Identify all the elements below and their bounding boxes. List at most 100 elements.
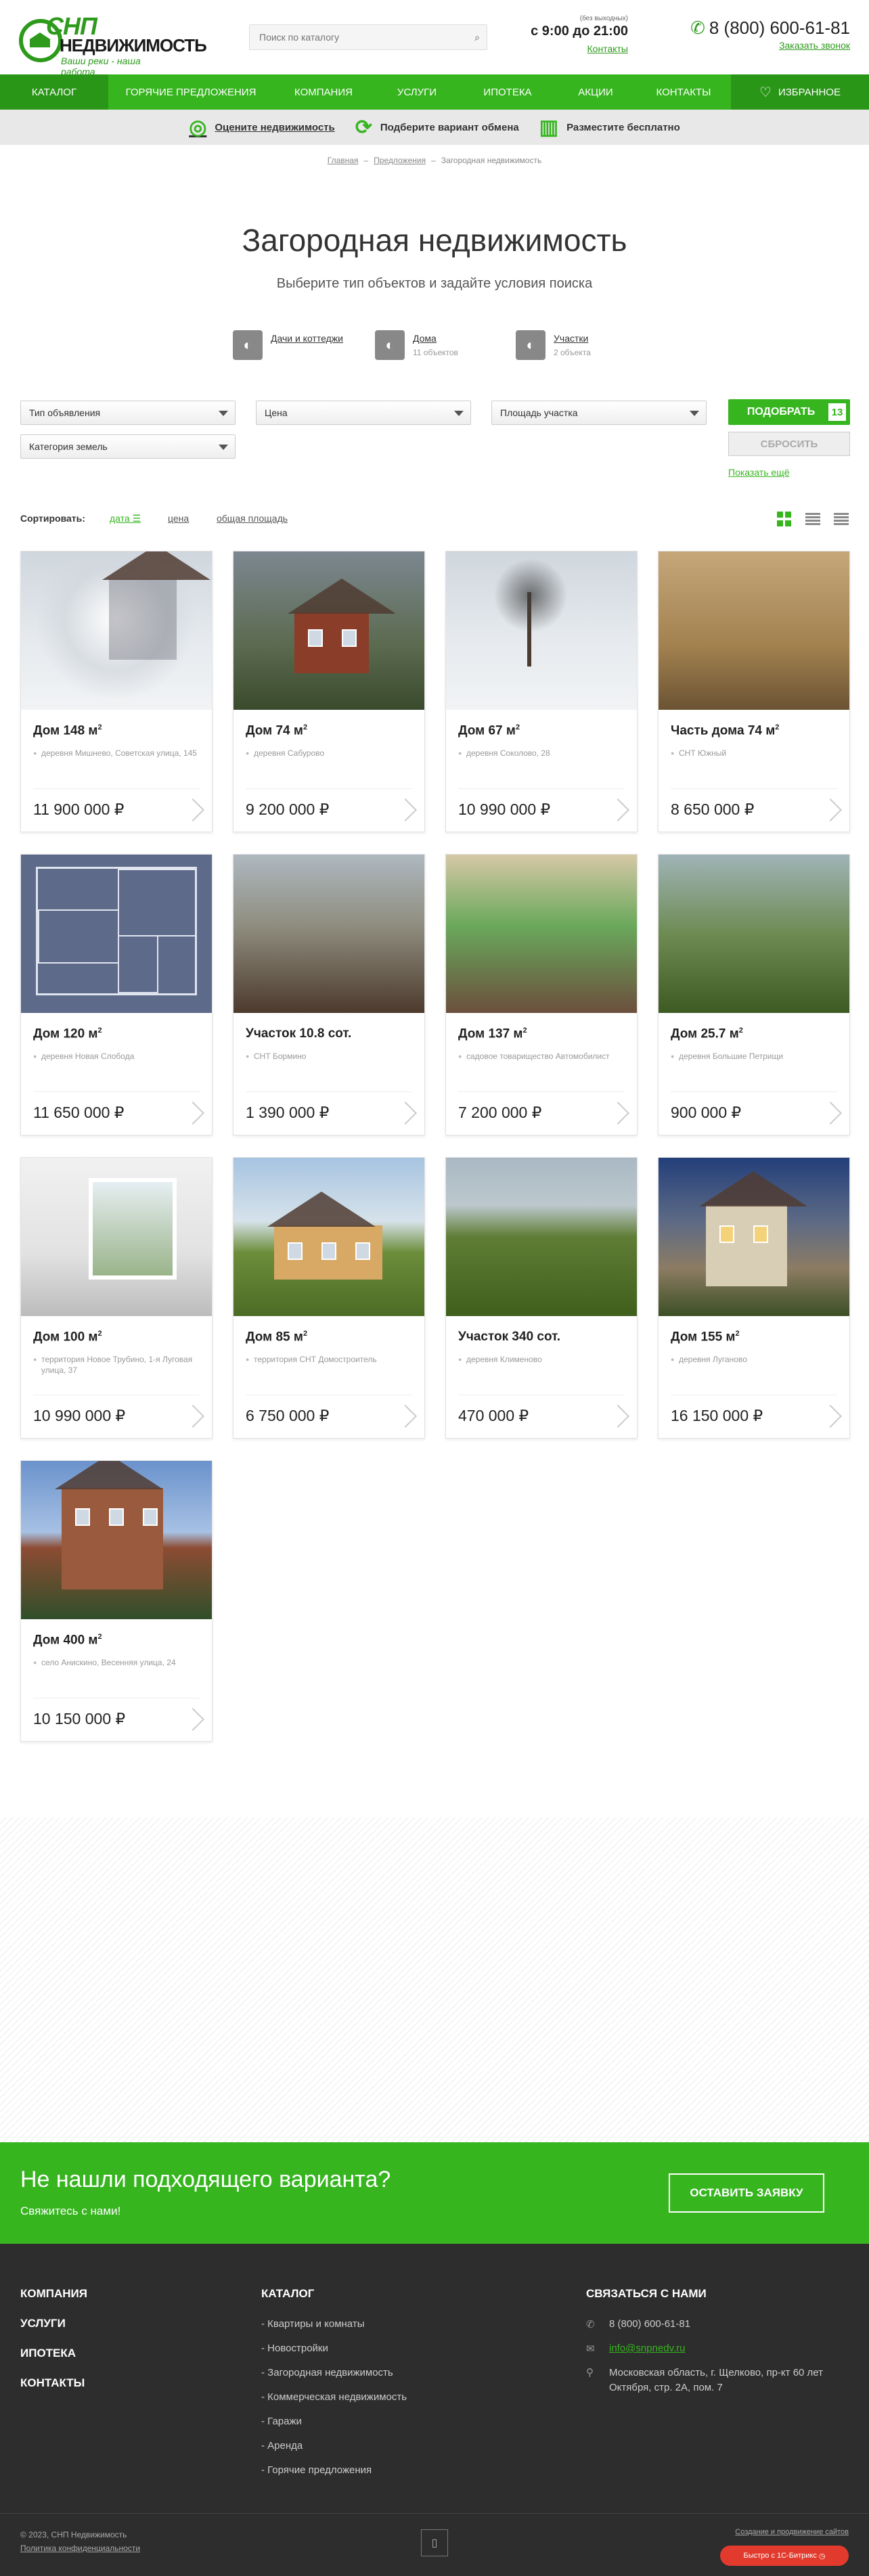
search-input[interactable]	[250, 25, 453, 49]
chevron-right-icon[interactable]	[610, 796, 625, 823]
chevron-right-icon[interactable]	[185, 1403, 200, 1430]
nav-favorites[interactable]: ♡ ИЗБРАННОЕ	[731, 74, 869, 110]
listing-title[interactable]: Дом 137 м2	[458, 1026, 527, 1041]
listing-title[interactable]: Дом 120 м2	[33, 1026, 102, 1041]
scroll-top-icon[interactable]: ▯	[421, 2529, 448, 2556]
footer-contacts[interactable]: КОНТАКТЫ	[20, 2376, 85, 2390]
submit-filter-button[interactable]: ПОДОБРАТЬ 13	[728, 399, 850, 425]
nav-services[interactable]: УСЛУГИ	[374, 74, 460, 110]
contacts-link[interactable]: Контакты	[527, 43, 628, 54]
bitrix-badge[interactable]: Быстро с 1С-Битрикс ◷	[720, 2546, 849, 2566]
listing-photo[interactable]	[233, 551, 424, 710]
nav-company[interactable]: КОМПАНИЯ	[273, 74, 374, 110]
type-plots[interactable]: ◐ Участки 2 объекта	[516, 330, 591, 360]
listing-photo[interactable]	[21, 551, 212, 710]
nav-catalog[interactable]: КАТАЛОГ	[0, 74, 108, 110]
breadcrumb-home[interactable]: Главная	[328, 156, 359, 165]
search-icon[interactable]: ⌕	[474, 32, 480, 43]
chevron-right-icon[interactable]	[397, 1403, 412, 1430]
listing-photo[interactable]	[659, 855, 849, 1013]
listing-title[interactable]: Дом 400 м2	[33, 1633, 102, 1648]
chevron-right-icon[interactable]	[397, 796, 412, 823]
listing-card[interactable]: Дом 400 м2 село Анискино, Весенняя улица,…	[20, 1460, 213, 1742]
subnav-place[interactable]: ▥ Разместите бесплатно	[539, 116, 680, 139]
listing-photo[interactable]	[659, 551, 849, 710]
table-view-icon[interactable]	[834, 512, 849, 526]
listing-title[interactable]: Дом 25.7 м2	[671, 1026, 743, 1041]
breadcrumb-offers[interactable]: Предложения	[374, 156, 426, 165]
listing-photo[interactable]	[21, 1461, 212, 1619]
chevron-right-icon[interactable]	[185, 796, 200, 823]
listing-card[interactable]: Дом 74 м2 деревня Сабурово 9 200 000 ₽	[233, 551, 425, 832]
type-dachas[interactable]: ◐ Дачи и коттеджи	[233, 330, 343, 360]
listing-title[interactable]: Дом 67 м2	[458, 723, 520, 738]
show-more-filters-link[interactable]: Показать ещё	[728, 467, 790, 478]
listing-title[interactable]: Дом 148 м2	[33, 723, 102, 738]
nav-contacts[interactable]: КОНТАКТЫ	[636, 74, 731, 110]
callback-link[interactable]: Заказать звонок	[670, 40, 850, 51]
sort-price[interactable]: цена	[168, 513, 189, 524]
subnav-exchange[interactable]: ⟳ Подберите вариант обмена	[355, 116, 519, 139]
listing-photo[interactable]	[446, 551, 637, 710]
listing-card[interactable]: Дом 67 м2 деревня Соколово, 28 10 990 000 …	[445, 551, 638, 832]
footer-services[interactable]: УСЛУГИ	[20, 2317, 66, 2330]
listing-photo[interactable]	[21, 1158, 212, 1316]
footer-email[interactable]: ✉ info@snpnedv.ru	[586, 2343, 686, 2355]
listing-title[interactable]: Дом 85 м2	[246, 1330, 307, 1345]
chevron-right-icon[interactable]	[185, 1100, 200, 1127]
privacy-link[interactable]: Политика конфиденциальности	[20, 2541, 140, 2555]
listing-photo[interactable]	[233, 1158, 424, 1316]
type-houses[interactable]: ◐ Дома 11 объектов	[375, 330, 458, 360]
listing-card[interactable]: Дом 85 м2 территория СНТ Домостроитель 6 7…	[233, 1157, 425, 1439]
footer-catalog-item[interactable]: - Аренда	[261, 2440, 303, 2451]
listing-card[interactable]: Участок 340 сот. деревня Клименово 470 000…	[445, 1157, 638, 1439]
chevron-right-icon[interactable]	[610, 1100, 625, 1127]
listing-card[interactable]: Дом 137 м2 садовое товарищество Автомобил…	[445, 854, 638, 1135]
sort-area[interactable]: общая площадь	[217, 513, 288, 524]
listing-photo[interactable]	[659, 1158, 849, 1316]
listing-photo[interactable]	[446, 855, 637, 1013]
nav-promotions[interactable]: АКЦИИ	[555, 74, 636, 110]
filter-category-select[interactable]: Категория земель	[20, 434, 236, 459]
footer-company[interactable]: КОМПАНИЯ	[20, 2287, 87, 2301]
listing-title[interactable]: Дом 74 м2	[246, 723, 307, 738]
logo[interactable]: СНП НЕДВИЖИМОСТЬ Ваши реки - наша работа	[19, 12, 207, 77]
chevron-right-icon[interactable]	[822, 796, 837, 823]
chevron-right-icon[interactable]	[822, 1403, 837, 1430]
chevron-right-icon[interactable]	[185, 1706, 200, 1733]
filter-price-select[interactable]: Цена	[256, 401, 471, 425]
listing-title[interactable]: Часть дома 74 м2	[671, 723, 779, 738]
listing-photo[interactable]	[446, 1158, 637, 1316]
listing-card[interactable]: Дом 155 м2 деревня Луганово 16 150 000 ₽	[658, 1157, 850, 1439]
leave-request-button[interactable]: ОСТАВИТЬ ЗАЯВКУ	[669, 2173, 824, 2213]
footer-mortgage[interactable]: ИПОТЕКА	[20, 2347, 76, 2360]
footer-catalog-item[interactable]: - Коммерческая недвижимость	[261, 2391, 407, 2403]
sort-date[interactable]: дата ☰	[110, 513, 141, 524]
listing-card[interactable]: Участок 10.8 сот. СНТ Бормино 1 390 000 ₽	[233, 854, 425, 1135]
footer-catalog-item[interactable]: - Загородная недвижимость	[261, 2367, 393, 2378]
footer-catalog-item[interactable]: - Гаражи	[261, 2416, 302, 2427]
nav-hot-offers[interactable]: ГОРЯЧИЕ ПРЕДЛОЖЕНИЯ	[108, 74, 273, 110]
footer-catalog-item[interactable]: - Квартиры и комнаты	[261, 2318, 364, 2330]
listing-title[interactable]: Дом 155 м2	[671, 1330, 740, 1345]
listing-card[interactable]: Часть дома 74 м2 СНТ Южный 8 650 000 ₽	[658, 551, 850, 832]
filter-type-select[interactable]: Тип объявления	[20, 401, 236, 425]
chevron-right-icon[interactable]	[822, 1100, 837, 1127]
listing-title[interactable]: Участок 10.8 сот.	[246, 1026, 351, 1041]
chevron-right-icon[interactable]	[397, 1100, 412, 1127]
subnav-evaluate[interactable]: ◎ Оцените недвижимость	[189, 116, 335, 139]
listing-photo[interactable]	[21, 855, 212, 1013]
listing-photo[interactable]	[233, 855, 424, 1013]
listing-card[interactable]: Дом 25.7 м2 деревня Большие Петрищи 900 00…	[658, 854, 850, 1135]
footer-catalog-item[interactable]: - Горячие предложения	[261, 2464, 372, 2476]
grid-view-icon[interactable]	[777, 512, 792, 526]
filter-area-select[interactable]: Площадь участка	[491, 401, 707, 425]
listing-card[interactable]: Дом 100 м2 территория Новое Трубино, 1-я …	[20, 1157, 213, 1439]
listing-title[interactable]: Дом 100 м2	[33, 1330, 102, 1345]
listing-card[interactable]: Дом 120 м2 деревня Новая Слобода 11 650 00…	[20, 854, 213, 1135]
chevron-right-icon[interactable]	[610, 1403, 625, 1430]
reset-filter-button[interactable]: СБРОСИТЬ	[728, 432, 850, 456]
nav-mortgage[interactable]: ИПОТЕКА	[460, 74, 555, 110]
list-view-icon[interactable]	[805, 512, 820, 526]
footer-phone[interactable]: ✆ 8 (800) 600-61-81	[586, 2318, 690, 2330]
